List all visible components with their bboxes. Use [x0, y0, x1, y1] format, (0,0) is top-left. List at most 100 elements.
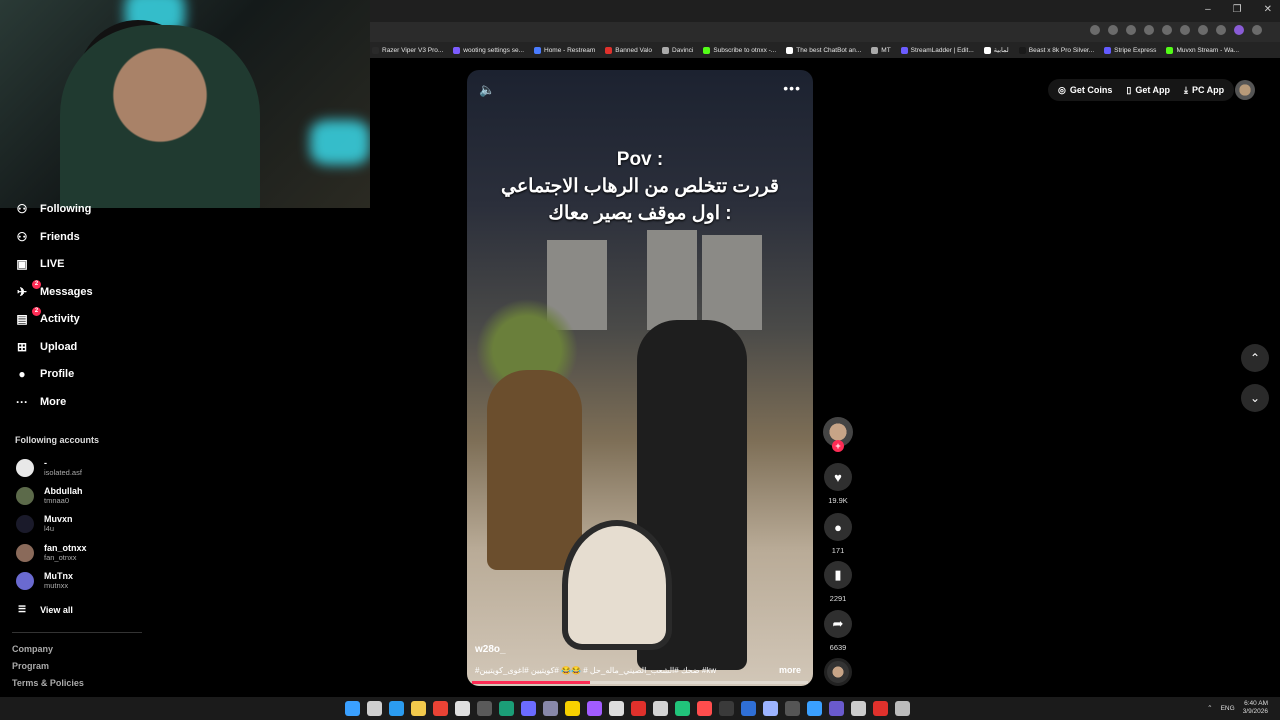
taskbar-app-icon[interactable] [565, 701, 580, 716]
taskbar-app-icon[interactable] [345, 701, 360, 716]
taskbar-app-icon[interactable] [411, 701, 426, 716]
footer-terms-link[interactable]: Terms & Policies [12, 678, 84, 688]
taskbar-app-icon[interactable] [499, 701, 514, 716]
bookmark-favicon-icon [453, 46, 461, 54]
tray-chevron-icon[interactable]: ⌃ [1207, 704, 1212, 712]
sidebar-item-label: Messages [40, 286, 93, 298]
like-button[interactable]: ♥ 19.9K [822, 463, 854, 505]
profile-avatar-icon[interactable] [1234, 25, 1244, 35]
extension-icon[interactable] [1162, 25, 1172, 35]
following-account-item[interactable]: MuTnx mutnxx [16, 571, 73, 590]
taskbar-app-icon[interactable] [521, 701, 536, 716]
music-disc-icon[interactable] [824, 658, 852, 686]
save-button[interactable]: ▮ 2291 [822, 561, 854, 603]
bookmark-item[interactable]: Beast x 8k Pro Silver... [1018, 46, 1095, 54]
next-video-button[interactable]: ⌄ [1241, 384, 1269, 412]
bookmark-item[interactable]: StreamLadder | Edit... [900, 46, 974, 54]
comment-button[interactable]: ● 171 [822, 513, 854, 555]
taskbar-app-icon[interactable] [807, 701, 822, 716]
taskbar-app-icon[interactable] [609, 701, 624, 716]
video-progress-bar[interactable] [472, 681, 808, 684]
following-account-item[interactable]: Muvxn l4u [16, 514, 73, 533]
video-author[interactable]: w28o_ [475, 644, 506, 655]
bookmark-favicon-icon [1104, 46, 1112, 54]
sidebar-item-more[interactable]: ··· More [14, 394, 66, 410]
follow-plus-icon[interactable]: + [832, 440, 844, 452]
taskbar-app-icon[interactable] [697, 701, 712, 716]
minimize-button[interactable]: – [1205, 4, 1211, 15]
extension-icon[interactable] [1198, 25, 1208, 35]
sidebar-item-profile[interactable]: ● Profile [14, 366, 74, 382]
caption-more-button[interactable]: more [779, 665, 801, 675]
clock[interactable]: 6:40 AM 3/9/2026 [1243, 700, 1268, 716]
bookmark-item[interactable]: Subscribe to otnxx -... [703, 46, 776, 54]
account-handle: isolated.asf [44, 468, 82, 477]
extension-icon[interactable] [1180, 25, 1190, 35]
following-account-item[interactable]: Abdullah tmnaa0 [16, 486, 83, 505]
sidebar-item-following[interactable]: ⚇ Following [14, 201, 92, 217]
webcam-person [60, 25, 260, 208]
following-account-item[interactable]: - isolated.asf [16, 458, 82, 477]
taskbar-app-icon[interactable] [543, 701, 558, 716]
sidebar-item-messages[interactable]: ✈ 2 Messages [14, 280, 93, 300]
zoom-icon[interactable] [1090, 25, 1100, 35]
extensions-puzzle-icon[interactable] [1216, 25, 1226, 35]
taskbar-app-icon[interactable] [895, 701, 910, 716]
sidebar-item-live[interactable]: ▣ LIVE [14, 256, 64, 272]
bookmark-label: Home - Restream [544, 46, 596, 54]
bookmark-item[interactable]: Davinci [662, 46, 693, 54]
taskbar-app-icon[interactable] [587, 701, 602, 716]
volume-icon[interactable]: 🔈 [479, 82, 495, 98]
taskbar-app-icon[interactable] [741, 701, 756, 716]
taskbar-app-icon[interactable] [631, 701, 646, 716]
pc-app-button[interactable]: ⤓ PC App [1184, 85, 1224, 96]
footer-program-link[interactable]: Program [12, 661, 49, 671]
bookmark-item[interactable]: Stripe Express [1104, 46, 1156, 54]
bookmark-item[interactable]: MT [871, 46, 891, 54]
bookmark-item[interactable]: Muvxn Stream - Wa... [1166, 46, 1239, 54]
bookmark-item[interactable]: Razer Viper V3 Pro... [372, 46, 443, 54]
maximize-button[interactable]: ❐ [1233, 4, 1242, 15]
view-all-link[interactable]: ☰ View all [18, 604, 73, 615]
taskbar-app-icon[interactable] [455, 701, 470, 716]
bookmark-item[interactable]: Banned Valo [605, 46, 652, 54]
previous-video-button[interactable]: ⌃ [1241, 344, 1269, 372]
close-button[interactable]: ✕ [1264, 4, 1272, 15]
bookmark-item[interactable]: Home - Restream [534, 46, 596, 54]
taskbar-app-icon[interactable] [719, 701, 734, 716]
sidebar-item-friends[interactable]: ⚇ Friends [14, 229, 80, 245]
taskbar-app-icon[interactable] [763, 701, 778, 716]
menu-dots-icon[interactable] [1252, 25, 1262, 35]
taskbar-app-icon[interactable] [389, 701, 404, 716]
taskbar-app-icon[interactable] [675, 701, 690, 716]
star-icon[interactable] [1126, 25, 1136, 35]
view-all-label: View all [40, 604, 73, 615]
bookmark-item[interactable]: The best ChatBot an... [786, 46, 861, 54]
following-account-item[interactable]: fan_otnxx fan_otnxx [16, 543, 87, 562]
taskbar-app-icon[interactable] [873, 701, 888, 716]
extension-icon[interactable] [1144, 25, 1154, 35]
video-player[interactable]: Pov : قررت تتخلص من الرهاب الاجتماعي اول… [467, 70, 813, 686]
get-coins-button[interactable]: ◎ Get Coins [1058, 85, 1112, 96]
sidebar-item-upload[interactable]: ⊞ Upload [14, 339, 77, 355]
bookmark-item[interactable]: wooting settings se... [453, 46, 524, 54]
taskbar-app-icon[interactable] [785, 701, 800, 716]
get-app-button[interactable]: ▯ Get App [1126, 85, 1170, 96]
taskbar-app-icon[interactable] [433, 701, 448, 716]
cast-icon[interactable] [1108, 25, 1118, 35]
taskbar-app-icon[interactable] [477, 701, 492, 716]
account-name: Muvxn [44, 514, 73, 524]
footer-company-link[interactable]: Company [12, 644, 53, 654]
taskbar-app-icon[interactable] [829, 701, 844, 716]
bookmark-item[interactable]: لمابية [983, 46, 1009, 54]
share-button[interactable]: ➦ 6639 [822, 610, 854, 652]
bookmark-label: Beast x 8k Pro Silver... [1028, 46, 1095, 54]
sidebar-item-activity[interactable]: ▤ 2 Activity [14, 307, 80, 327]
taskbar-app-icon[interactable] [653, 701, 668, 716]
lang-indicator[interactable]: ENG [1221, 705, 1235, 712]
following-accounts-title: Following accounts [15, 435, 100, 445]
taskbar-app-icon[interactable] [851, 701, 866, 716]
taskbar-app-icon[interactable] [367, 701, 382, 716]
user-avatar[interactable] [1235, 80, 1255, 100]
more-options-icon[interactable]: ••• [783, 80, 801, 96]
